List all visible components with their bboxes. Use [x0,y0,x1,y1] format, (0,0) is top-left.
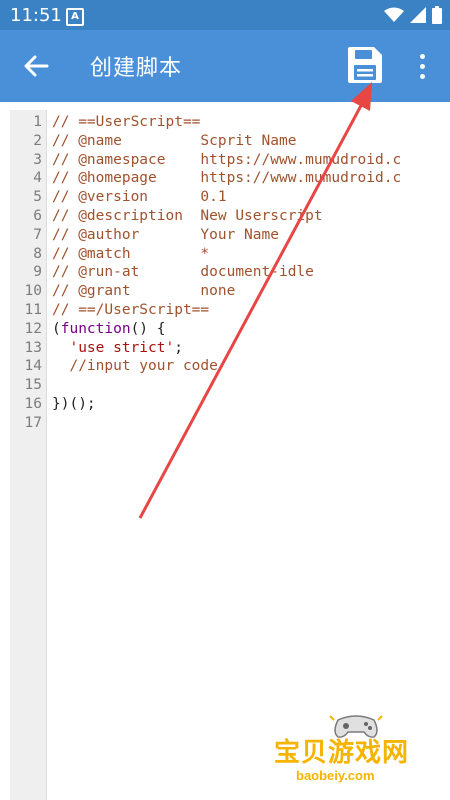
page-title: 创建脚本 [90,56,183,81]
code-token: // @match * [52,245,210,262]
more-vertical-icon [419,53,425,59]
line-number: 10 [24,283,42,300]
line-number: 9 [33,264,42,281]
line-number: 6 [33,208,42,224]
line-number: 17 [24,414,42,431]
code-token: // @namespace https://www.mumudroid.c [52,151,402,168]
code-token: // @author Your Name [52,226,279,243]
code-token: // @description New Userscript [52,207,323,224]
code-line: // ==/UserScript== [52,301,450,320]
code-line: // @homepage https://www.mumudroid.c [52,169,450,188]
line-number-gutter: 1 2 3 4 5 6 7 8 9 10 11 12 13 14 15 16 17 [10,110,47,800]
code-line: // ==UserScript== [52,113,450,132]
code-line: // @namespace https://www.mumudroid.c [52,151,450,170]
code-token: // @grant none [52,283,236,300]
line-number: 4 [33,170,42,187]
more-vertical-icon-dot [419,73,425,79]
status-time: 11:51 [10,5,62,26]
line-number: 2 [33,132,42,149]
code-editor[interactable]: 1 2 3 4 5 6 7 8 9 10 11 12 13 14 15 16 17 // ==UserScrip… [10,110,450,800]
code-line: //input your code [52,357,450,376]
save-button[interactable] [344,44,386,86]
arrow-left-icon [24,55,49,77]
line-number: 7 [33,226,42,243]
code-token: })(); [52,395,96,412]
code-line: // @run-at document-idle [52,263,450,282]
code-token: // ==UserScript== [52,114,201,130]
code-line: })(); [52,395,450,414]
code-token: // ==/UserScript== [52,301,210,318]
status-bar: 11:51 A [0,0,450,30]
code-token: // @homepage https://www.mumudroid.c [52,170,402,187]
watermark-url: baobeiy.com [296,768,375,783]
code-line: // @match * [52,245,450,264]
code-token: ( [52,320,61,337]
line-number: 15 [24,377,42,394]
line-number: 16 [24,396,42,412]
line-number: 11 [24,302,42,318]
line-number: 3 [33,151,42,168]
wifi-icon [384,7,404,22]
code-token: //input your code [69,358,218,375]
app-bar: 创建脚本 [0,30,450,102]
line-number: 14 [24,358,42,375]
watermark-logo: 宝贝游戏网 baobeiy.com [272,710,422,790]
floppy-disk-icon [348,47,382,83]
notification-badge: A [66,8,84,26]
line-number: 1 [33,114,42,130]
code-line: 'use strict'; [52,339,450,358]
more-options-button[interactable] [410,48,434,84]
line-number: 13 [24,339,42,356]
line-number: 8 [33,245,42,262]
line-number: 12 [24,320,42,337]
battery-icon [432,6,442,24]
system-icons [384,6,442,24]
code-token: // @name Scprit Name [52,132,297,149]
code-token: 'use strict' [69,339,175,356]
code-line: // @version 0.1 [52,188,450,207]
code-line: // @author Your Name [52,226,450,245]
signal-icon [410,7,426,23]
code-token: ; [174,339,183,356]
more-vertical-icon-dot [419,63,425,69]
code-token: function [60,320,131,337]
code-token: // @run-at document-idle [52,264,314,281]
code-line: // @description New Userscript [52,207,450,226]
code-line: // @name Scprit Name [52,132,450,151]
watermark-text: 宝贝游戏网 [274,738,410,768]
code-line: (function() { [52,320,450,339]
code-token: // @version 0.1 [52,189,227,206]
line-number: 5 [33,189,42,206]
code-line: // @grant none [52,282,450,301]
code-token: () { [130,320,166,337]
back-button[interactable] [18,50,54,82]
code-text-area[interactable]: // ==UserScript== // @name Scprit Name // … [52,113,450,800]
